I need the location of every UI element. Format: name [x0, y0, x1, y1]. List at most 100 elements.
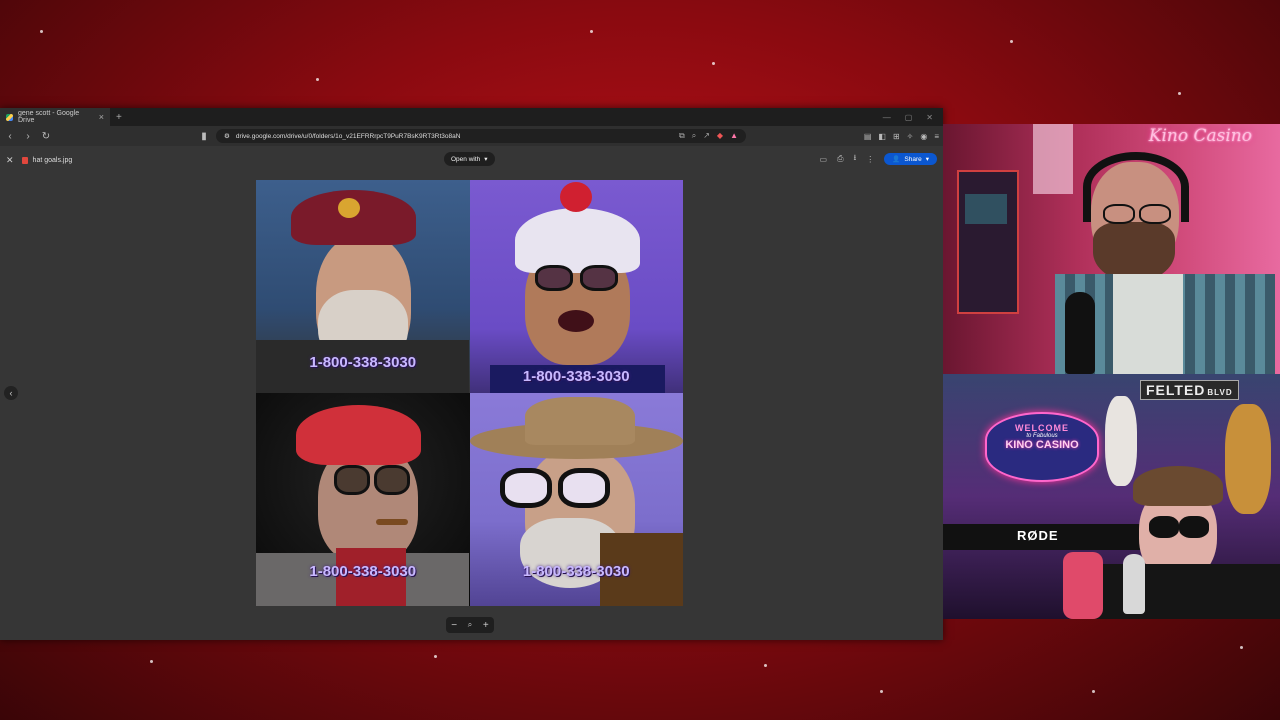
address-bar[interactable]: ⚙ drive.google.com/drive/u/0/folders/1o_…	[216, 129, 746, 143]
google-drive-favicon-icon	[6, 113, 13, 121]
viewer-header: ✕ hat goals.jpg Open with ▾ ▭ ⎙ ⭳ ⋮ 👤 Sh…	[0, 152, 943, 168]
black-glasses	[557, 468, 610, 508]
new-tab-icon[interactable]: +	[116, 112, 122, 123]
menu-icon[interactable]: ≡	[934, 132, 939, 141]
phone-number-caption: 1-800-338-3030	[309, 354, 417, 371]
zoom-icon[interactable]: ⌕	[692, 131, 696, 141]
dropdown-arrow-icon: ▾	[484, 156, 488, 163]
pink-chair	[1063, 552, 1103, 619]
lion-statue	[1225, 404, 1271, 514]
zoom-controls: − ⌕ +	[446, 617, 494, 633]
tab-bar: gene scott - Google Drive × + — ▢ ✕	[0, 108, 943, 126]
share-button[interactable]: 👤 Share ▾	[884, 153, 937, 165]
sparkle	[40, 30, 43, 33]
hat-badge	[338, 198, 360, 218]
close-tab-icon[interactable]: ×	[99, 112, 104, 122]
comment-icon[interactable]: ▭	[820, 155, 828, 164]
collage-cell: 1-800-338-3030	[469, 180, 683, 393]
extensions-icon[interactable]: ✧	[907, 132, 914, 141]
sparkle	[590, 30, 593, 33]
toolbar-right: ▤ ◧ ⊞ ✧ ◉ ≡	[864, 132, 939, 141]
red-beret	[296, 405, 421, 465]
zoom-in-icon[interactable]: +	[483, 620, 489, 631]
collage-cell: 1-800-338-3030	[256, 180, 470, 393]
profile-icon[interactable]: ◉	[920, 132, 927, 141]
phone-number-caption: 1-800-338-3030	[522, 368, 630, 385]
download-icon[interactable]: ⭳	[853, 152, 856, 166]
open-with-button[interactable]: Open with ▾	[444, 152, 495, 166]
phone-number-caption: 1-800-338-3030	[309, 563, 417, 580]
white-helmet	[514, 208, 640, 273]
extension-warning-icon[interactable]: ▲	[730, 131, 738, 141]
sunglasses	[1149, 516, 1179, 538]
forward-icon[interactable]: ›	[22, 131, 34, 142]
sparkle	[880, 690, 883, 693]
arcade-cabinet	[957, 170, 1019, 314]
share-person-icon: 👤	[892, 156, 901, 163]
browser-window: gene scott - Google Drive × + — ▢ ✕ ‹ › …	[0, 108, 943, 640]
file-name: hat goals.jpg	[32, 156, 73, 164]
address-bar-actions: ⧉ ⌕ ↗ ◆ ▲	[679, 131, 738, 141]
tab-search-icon[interactable]: ⊞	[893, 132, 900, 141]
viewer-actions: ▭ ⎙ ⭳ ⋮ 👤 Share ▾	[820, 152, 937, 166]
site-info-icon[interactable]: ⚙	[224, 132, 230, 140]
black-glasses	[499, 468, 552, 508]
share-page-icon[interactable]: ↗	[703, 131, 710, 141]
reading-list-icon[interactable]: ▤	[864, 132, 872, 141]
back-icon[interactable]: ‹	[4, 131, 16, 142]
microphone	[1065, 292, 1095, 374]
headphones	[1083, 152, 1189, 222]
sparkle	[150, 660, 153, 663]
sunglasses	[1179, 516, 1209, 538]
install-icon[interactable]: ⧉	[679, 131, 685, 141]
reload-icon[interactable]: ↻	[40, 131, 52, 142]
aviator-glasses	[374, 465, 410, 495]
black-shirt	[1093, 564, 1280, 619]
street-sign: FELTED BLVD	[1140, 380, 1239, 400]
cigar	[376, 519, 408, 525]
window-controls: — ▢ ✕	[883, 113, 943, 122]
statue	[1105, 396, 1137, 486]
bookmark-icon[interactable]: ▮	[198, 131, 210, 142]
collage-image: 1-800-338-3030 1-800-338-3030 1-800-338-…	[256, 180, 683, 606]
sparkle	[1010, 40, 1013, 43]
microphone	[1123, 554, 1145, 614]
maximize-icon[interactable]: ▢	[905, 113, 913, 122]
extension-icon[interactable]: ◆	[717, 131, 723, 141]
webcam-bottom: FELTED BLVD WELCOME to Fabulous KINO CASI…	[943, 374, 1280, 619]
url-text[interactable]: drive.google.com/drive/u/0/folders/1o_v2…	[236, 133, 461, 140]
close-window-icon[interactable]: ✕	[926, 113, 933, 122]
red-plume	[559, 182, 592, 212]
collage-cell: 1-800-338-3030	[469, 393, 683, 606]
window-light	[1033, 124, 1073, 194]
sparkle	[712, 62, 715, 65]
sparkle	[434, 655, 437, 658]
webcam-top: Kino Casino	[943, 124, 1280, 374]
share-dropdown-icon: ▾	[925, 156, 929, 163]
welcome-sign: WELCOME to Fabulous KINO CASINO	[985, 412, 1099, 482]
sunglasses	[534, 265, 573, 291]
close-viewer-icon[interactable]: ✕	[6, 155, 14, 166]
beard	[1093, 222, 1175, 282]
aviator-glasses	[334, 465, 370, 495]
tank-top	[1113, 274, 1183, 374]
sunglasses	[579, 265, 618, 291]
print-icon[interactable]: ⎙	[837, 154, 843, 164]
sidebar-icon[interactable]: ◧	[878, 132, 886, 141]
cowboy-hat-crown	[524, 397, 635, 445]
image-file-icon	[21, 156, 28, 164]
tab-title: gene scott - Google Drive	[18, 110, 80, 124]
minimize-icon[interactable]: —	[883, 113, 891, 122]
more-actions-icon[interactable]: ⋮	[866, 155, 874, 164]
street-sign-text: FELTED	[1146, 382, 1206, 398]
share-label: Share	[904, 155, 922, 163]
zoom-out-icon[interactable]: −	[451, 620, 457, 631]
open-with-label: Open with	[451, 155, 481, 163]
welcome-text: WELCOME	[1015, 423, 1069, 433]
browser-tab[interactable]: gene scott - Google Drive ×	[0, 108, 110, 126]
zoom-magnifier-icon[interactable]: ⌕	[468, 620, 472, 630]
previous-file-icon[interactable]: ‹	[4, 386, 18, 400]
cap	[1133, 466, 1223, 506]
phone-number-caption: 1-800-338-3030	[522, 563, 630, 580]
collage-cell: 1-800-338-3030	[256, 393, 470, 606]
